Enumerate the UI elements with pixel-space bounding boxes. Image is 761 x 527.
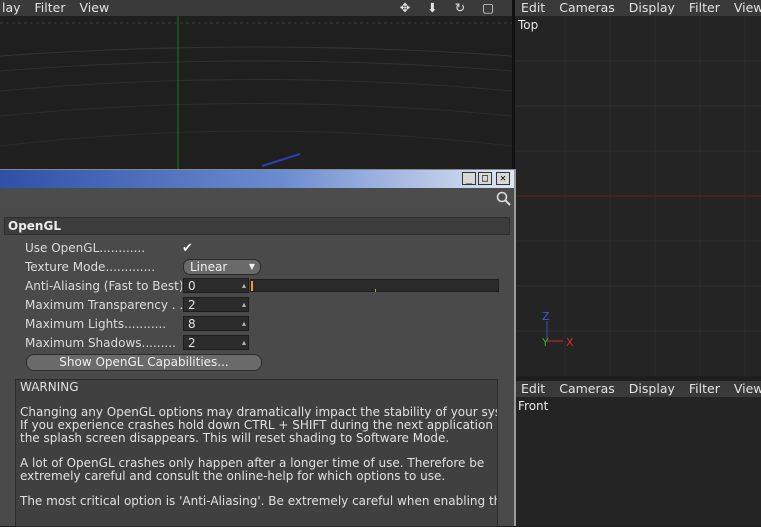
menu-edit[interactable]: Edit xyxy=(521,381,545,397)
menu-filter[interactable]: Filter xyxy=(689,381,720,397)
setting-use-opengl: Use OpenGL............ ✔ xyxy=(25,239,193,257)
setting-max-lights: Maximum Lights........... xyxy=(25,315,182,333)
anti-aliasing-input[interactable]: 0▴▾ xyxy=(183,278,249,304)
warning-line: extremely careful and consult the online… xyxy=(20,469,446,483)
chevron-down-icon: ▼ xyxy=(248,262,255,271)
setting-label: Use OpenGL............ xyxy=(25,241,146,255)
dialog-toolbar xyxy=(0,188,514,208)
menu-play[interactable]: lay xyxy=(2,0,21,16)
viewport-label-top: Top xyxy=(518,18,539,32)
max-transparency-input[interactable]: 2▴▾ xyxy=(183,297,249,323)
search-icon[interactable] xyxy=(496,191,512,207)
setting-texture-mode: Texture Mode............. xyxy=(25,258,182,276)
maximize-icon[interactable]: ▢ xyxy=(482,0,494,16)
perspective-viewport[interactable] xyxy=(0,16,512,169)
warning-line: the splash screen disappears. This will … xyxy=(20,431,450,445)
rotate-icon[interactable]: ↻ xyxy=(455,0,465,16)
axis-x-label: X xyxy=(566,336,574,349)
top-viewport-menubar: Edit Cameras Display Filter View xyxy=(515,0,761,16)
max-shadows-input[interactable]: 2▴▾ xyxy=(183,335,249,361)
dialog-titlebar[interactable]: _ □ ✕ xyxy=(0,170,514,188)
menu-view[interactable]: View xyxy=(734,0,761,16)
front-viewport-menubar: Edit Cameras Display Filter View xyxy=(515,381,761,397)
menu-filter[interactable]: Filter xyxy=(689,0,720,16)
move-icon[interactable]: ✥ xyxy=(400,0,410,16)
menu-view[interactable]: View xyxy=(734,381,761,397)
top-grid xyxy=(515,16,761,376)
zoom-icon[interactable]: ⬇ xyxy=(427,0,437,16)
menu-view[interactable]: View xyxy=(80,0,110,16)
setting-label: Texture Mode............. xyxy=(25,260,156,274)
setting-label: Maximum Transparency . . xyxy=(25,298,182,312)
axis-y-label: Y xyxy=(542,336,549,349)
close-button[interactable]: ✕ xyxy=(496,172,510,185)
axis-z-label: Z xyxy=(542,310,550,323)
menu-cameras[interactable]: Cameras xyxy=(559,381,615,397)
viewport-nav-icons: ✥ ⬇ ↻ ▢ xyxy=(400,0,508,16)
left-viewport-menubar: lay Filter View ✥ ⬇ ↻ ▢ xyxy=(0,0,512,16)
setting-max-transparency: Maximum Transparency . . xyxy=(25,296,182,314)
maximize-button[interactable]: □ xyxy=(478,172,492,185)
menu-display[interactable]: Display xyxy=(629,381,675,397)
menu-edit[interactable]: Edit xyxy=(521,0,545,16)
setting-label: Anti-Aliasing (Fast to Best) xyxy=(25,279,182,293)
warning-textbox[interactable]: WARNING Changing any OpenGL options may … xyxy=(15,379,498,527)
perspective-grid xyxy=(0,16,512,169)
menu-display[interactable]: Display xyxy=(629,0,675,16)
show-opengl-capabilities-button[interactable]: Show OpenGL Capabilities... xyxy=(26,354,262,371)
minimize-button[interactable]: _ xyxy=(462,172,476,185)
menu-cameras[interactable]: Cameras xyxy=(559,0,615,16)
anti-aliasing-slider[interactable] xyxy=(250,279,499,292)
slider-handle[interactable] xyxy=(251,281,253,291)
warning-title: WARNING xyxy=(20,380,79,394)
opengl-preferences-dialog: _ □ ✕ OpenGL Use OpenGL............ ✔ Te… xyxy=(0,169,516,527)
menu-filter[interactable]: Filter xyxy=(35,0,66,16)
top-viewport[interactable]: Top Z Y X xyxy=(515,16,761,376)
use-opengl-checkbox[interactable]: ✔ xyxy=(182,241,193,256)
front-viewport[interactable]: Front xyxy=(515,397,761,526)
viewport-label-front: Front xyxy=(518,399,549,413)
section-header-opengl: OpenGL xyxy=(4,217,510,235)
setting-label: Maximum Shadows......... xyxy=(25,336,176,350)
warning-line: The most critical option is 'Anti-Aliasi… xyxy=(20,494,498,508)
texture-mode-dropdown[interactable]: Linear ▼ xyxy=(183,259,261,275)
setting-anti-aliasing: Anti-Aliasing (Fast to Best) xyxy=(25,277,182,295)
max-lights-input[interactable]: 8▴▾ xyxy=(183,316,249,342)
setting-label: Maximum Lights........... xyxy=(25,317,167,331)
setting-max-shadows: Maximum Shadows......... xyxy=(25,334,182,352)
